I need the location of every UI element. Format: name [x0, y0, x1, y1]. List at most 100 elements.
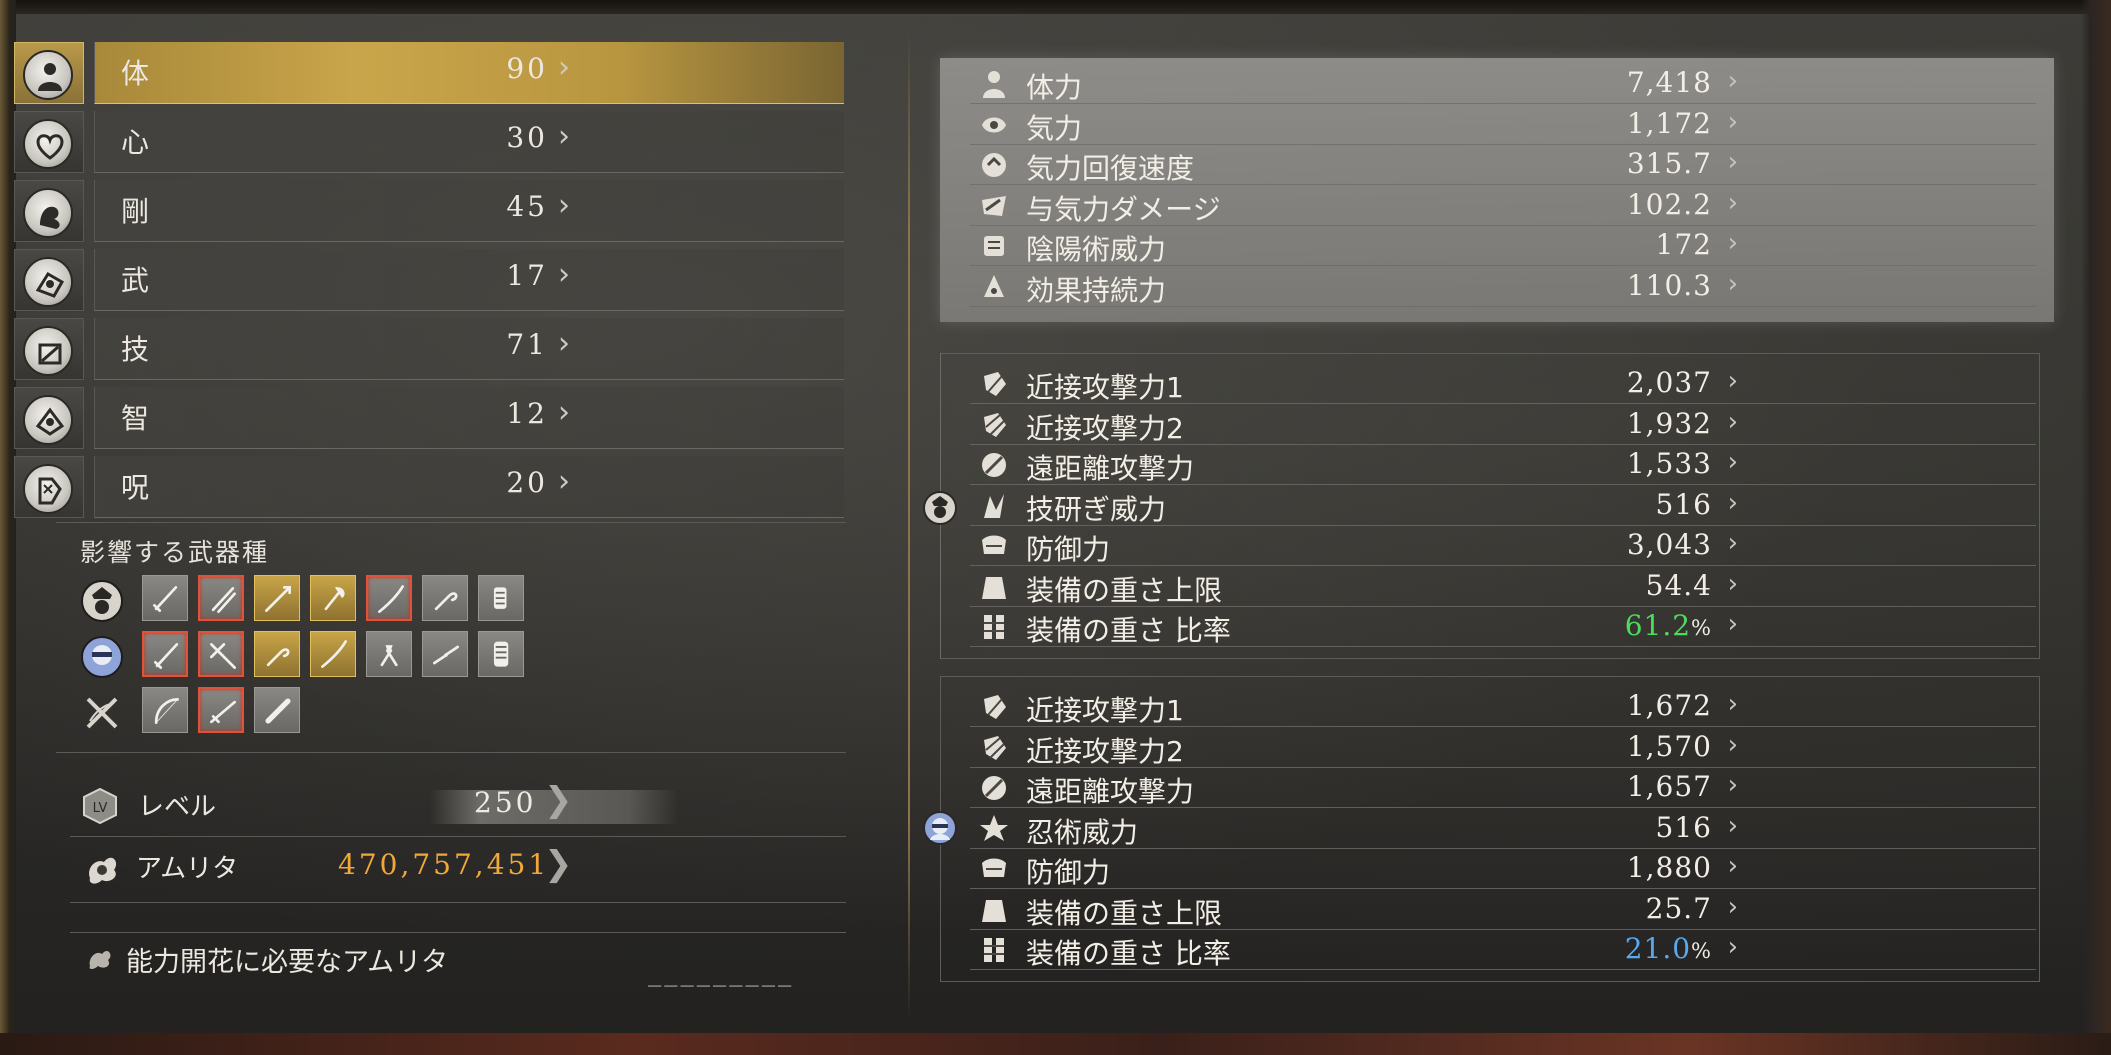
- weapon-slot[interactable]: [254, 575, 300, 621]
- stat-row[interactable]: 与気力ダメージ 102.2 ›: [970, 186, 2036, 226]
- chevron-right-icon[interactable]: ›: [1728, 892, 1738, 922]
- chevron-right-icon[interactable]: ›: [558, 326, 570, 361]
- chevron-right-icon[interactable]: ›: [1728, 932, 1738, 962]
- stat-row[interactable]: 装備の重さ 比率 61.2% ›: [970, 607, 2036, 647]
- defense-icon: [982, 535, 1006, 554]
- stat-row[interactable]: 装備の重さ上限 25.7 ›: [970, 890, 2036, 930]
- weapon-slot[interactable]: [198, 631, 244, 677]
- stat-row[interactable]: 陰陽術威力 172 ›: [970, 226, 2036, 266]
- amrita-arrow-icon[interactable]: ❯: [544, 844, 573, 884]
- divider: [70, 932, 846, 933]
- chevron-right-icon[interactable]: ›: [1728, 407, 1738, 437]
- attribute-icon-box: [14, 456, 84, 518]
- chevron-right-icon[interactable]: ›: [1728, 528, 1738, 558]
- chevron-right-icon[interactable]: ›: [1728, 228, 1738, 258]
- ranged-category-icon: [86, 697, 118, 729]
- stat-unit: %: [1691, 616, 1712, 640]
- stat-row[interactable]: 忍術威力 516 ›: [970, 809, 2036, 849]
- chevron-right-icon[interactable]: ›: [1728, 689, 1738, 719]
- odachi-icon: [321, 640, 347, 668]
- stat-row[interactable]: 技研ぎ威力 516 ›: [970, 486, 2036, 526]
- stat-row[interactable]: 気力 1,172 ›: [970, 105, 2036, 145]
- weapon-slot[interactable]: [422, 575, 468, 621]
- level-icon: LV: [83, 788, 117, 824]
- chevron-right-icon[interactable]: ›: [1728, 569, 1738, 599]
- weapon-slot[interactable]: [254, 631, 300, 677]
- heart-icon: [23, 119, 73, 169]
- chevron-right-icon[interactable]: ›: [1728, 188, 1738, 218]
- attribute-row[interactable]: 剛 45 ›: [14, 180, 844, 242]
- weapon-slot[interactable]: [142, 575, 188, 621]
- stat-label: 防御力: [1026, 856, 1111, 889]
- chevron-right-icon[interactable]: ›: [1728, 269, 1738, 299]
- weapon-slot[interactable]: [422, 631, 468, 677]
- tonfa-icon: [493, 587, 507, 609]
- weapon-slot[interactable]: [478, 631, 524, 677]
- weapon-slot[interactable]: [310, 575, 356, 621]
- weapon-slot[interactable]: [366, 575, 412, 621]
- chevron-right-icon[interactable]: ›: [1728, 147, 1738, 177]
- stat-value: 110.3: [1627, 269, 1712, 302]
- weapon-slot[interactable]: [254, 687, 300, 733]
- weapon-slot[interactable]: [366, 631, 412, 677]
- stat-row[interactable]: 遠距離攻撃力 1,533 ›: [970, 445, 2036, 485]
- stat-row[interactable]: 気力回復速度 315.7 ›: [970, 145, 2036, 185]
- chevron-right-icon[interactable]: ›: [1728, 770, 1738, 800]
- stat-number: 61.2: [1624, 609, 1692, 642]
- chevron-right-icon[interactable]: ›: [1728, 66, 1738, 96]
- attribute-row[interactable]: 技 71 ›: [14, 318, 844, 380]
- chevron-right-icon[interactable]: ›: [558, 395, 570, 430]
- attribute-row[interactable]: 体 90 ›: [14, 42, 844, 104]
- stat-number: 1,880: [1626, 851, 1712, 884]
- weapon-slot[interactable]: [478, 575, 524, 621]
- onmyo-icon: [984, 236, 1004, 256]
- chevron-right-icon[interactable]: ›: [558, 119, 570, 154]
- attribute-row[interactable]: 呪 20 ›: [14, 456, 844, 518]
- stat-row[interactable]: 装備の重さ 比率 21.0% ›: [970, 930, 2036, 970]
- weapon-slot[interactable]: [142, 631, 188, 677]
- weapon-slot[interactable]: [198, 687, 244, 733]
- chevron-right-icon[interactable]: ›: [1728, 366, 1738, 396]
- stat-row[interactable]: 近接攻撃力1 1,672 ›: [970, 687, 2036, 727]
- stat-row[interactable]: 防御力 1,880 ›: [970, 849, 2036, 889]
- weapon-slot[interactable]: [142, 687, 188, 733]
- attribute-value: 45: [506, 190, 548, 223]
- level-arrow-icon[interactable]: ❯: [544, 780, 573, 820]
- weapon-slot[interactable]: [310, 631, 356, 677]
- stat-number: 516: [1655, 810, 1712, 844]
- attribute-row[interactable]: 智 12 ›: [14, 387, 844, 449]
- stat-number: 1,657: [1626, 770, 1712, 803]
- chevron-right-icon[interactable]: ›: [1728, 730, 1738, 760]
- stat-row[interactable]: 近接攻撃力2 1,932 ›: [970, 405, 2036, 445]
- chevron-right-icon[interactable]: ›: [1728, 447, 1738, 477]
- stat-row[interactable]: 近接攻撃力1 2,037 ›: [970, 364, 2036, 404]
- stat-row[interactable]: 効果持続力 110.3 ›: [970, 267, 2036, 307]
- chevron-right-icon[interactable]: ›: [1728, 851, 1738, 881]
- stat-number: 2,037: [1626, 366, 1712, 399]
- dexterity-icon: [23, 395, 73, 445]
- chevron-right-icon[interactable]: ›: [558, 257, 570, 292]
- row-divider: [970, 646, 2036, 647]
- chevron-right-icon[interactable]: ›: [558, 464, 570, 499]
- attribute-name: 心: [121, 126, 150, 159]
- strength-icon: [23, 188, 73, 238]
- stat-row[interactable]: 遠距離攻撃力 1,657 ›: [970, 768, 2036, 808]
- stat-row[interactable]: 装備の重さ上限 54.4 ›: [970, 567, 2036, 607]
- weapon-slot[interactable]: [198, 575, 244, 621]
- stat-row[interactable]: 防御力 3,043 ›: [970, 526, 2036, 566]
- stat-number: 102.2: [1626, 187, 1712, 221]
- stat-value: 102.2: [1627, 188, 1712, 221]
- chevron-right-icon[interactable]: ›: [1728, 811, 1738, 841]
- chevron-right-icon[interactable]: ›: [1728, 107, 1738, 137]
- chevron-right-icon[interactable]: ›: [558, 188, 570, 223]
- chevron-right-icon[interactable]: ›: [1728, 609, 1738, 639]
- kusarigama-icon: [434, 592, 458, 611]
- chevron-right-icon[interactable]: ›: [558, 50, 570, 85]
- stat-row[interactable]: 体力 7,418 ›: [970, 64, 2036, 104]
- attribute-row[interactable]: 武 17 ›: [14, 249, 844, 311]
- hatchets-icon: [380, 645, 398, 667]
- odachi-icon: [378, 585, 404, 613]
- attribute-row[interactable]: 心 30 ›: [14, 111, 844, 173]
- chevron-right-icon[interactable]: ›: [1728, 488, 1738, 518]
- stat-row[interactable]: 近接攻撃力2 1,570 ›: [970, 728, 2036, 768]
